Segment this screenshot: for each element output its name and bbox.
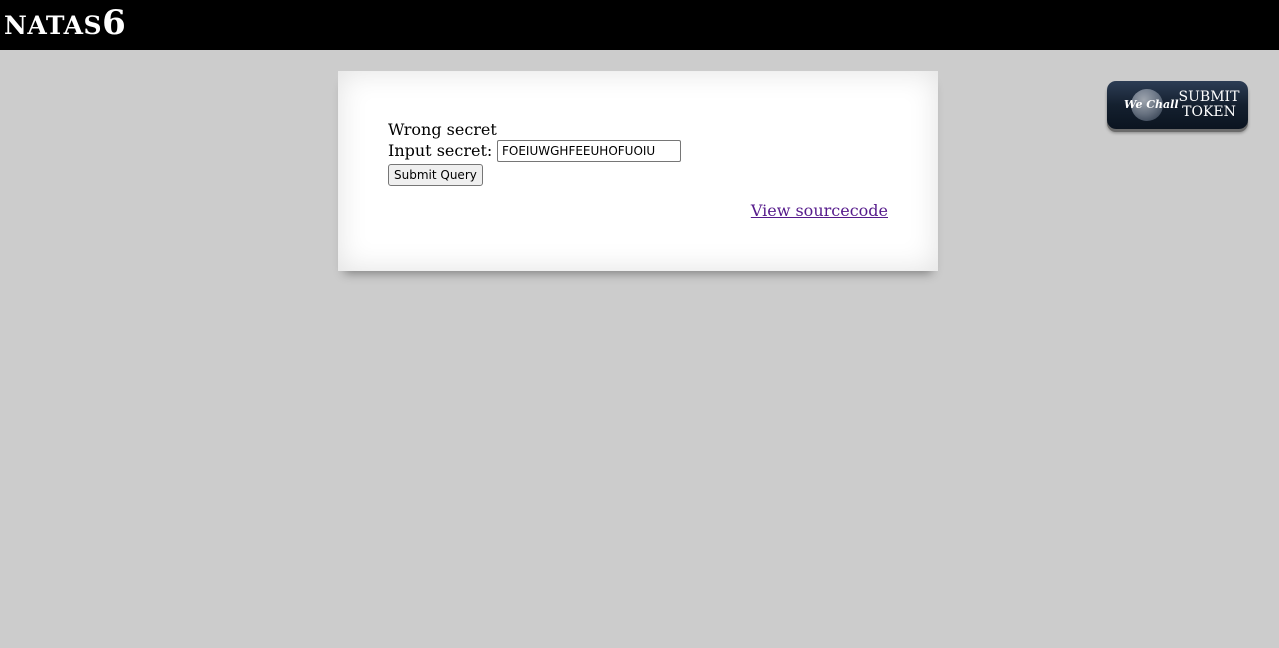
submit-query-button[interactable]: Submit Query [388,164,483,186]
input-secret-label: Input secret: [388,141,493,160]
page-title-number: 6 [102,3,127,43]
header-bar: NATAS6 [0,0,1279,50]
page-title-prefix: NATAS [4,11,103,40]
content-panel: Wrong secret Input secret: Submit Query … [338,71,938,271]
submit-token-label: SUBMIT TOKEN [1178,89,1240,120]
wechall-submit-token-button[interactable]: We Chall SUBMIT TOKEN [1107,81,1248,129]
wechall-logo-text: We Chall [1124,98,1179,111]
view-sourcecode-link[interactable]: View sourcecode [751,201,888,221]
page-title: NATAS6 [4,6,126,43]
result-message: Wrong secret [388,120,497,139]
secret-input[interactable] [497,140,681,162]
